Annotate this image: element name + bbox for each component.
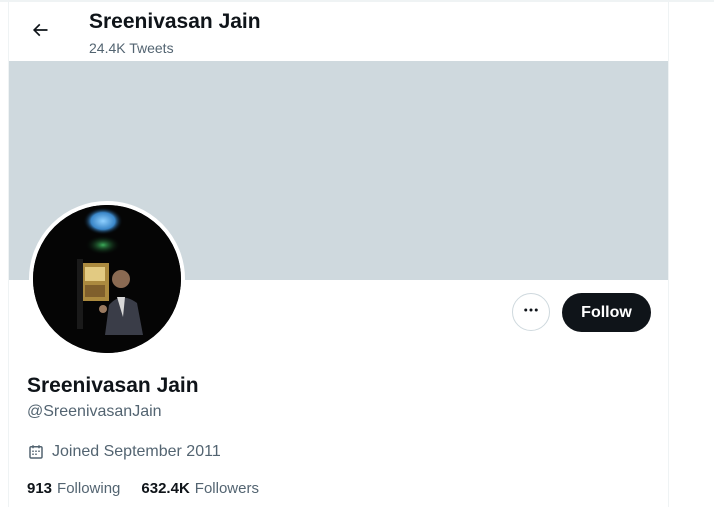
- header-title: Sreenivasan Jain: [89, 10, 261, 33]
- following-label: Following: [57, 479, 121, 497]
- more-options-button[interactable]: [512, 293, 550, 331]
- avatar-photo: [33, 205, 181, 353]
- profile-header: Sreenivasan Jain 24.4K Tweets: [9, 2, 668, 61]
- tweet-count: 24.4K Tweets: [89, 40, 174, 56]
- user-handle: @SreenivasanJain: [27, 403, 162, 420]
- joined-date: Joined September 2011: [27, 442, 221, 462]
- following-count: 913: [27, 479, 53, 497]
- joined-text: Joined September 2011: [52, 443, 221, 460]
- follow-stats: 913 Following 632.4K Followers: [27, 478, 280, 498]
- followers-count: 632.4K: [141, 479, 190, 497]
- more-horizontal-icon: [522, 301, 540, 324]
- profile-column: Sreenivasan Jain 24.4K Tweets Follow Sre…: [8, 2, 669, 507]
- back-button[interactable]: [23, 15, 57, 49]
- followers-label: Followers: [194, 479, 259, 497]
- avatar[interactable]: [29, 201, 185, 357]
- followers-link[interactable]: 632.4K Followers: [141, 480, 259, 497]
- arrow-left-icon: [30, 20, 50, 45]
- follow-button[interactable]: Follow: [562, 293, 651, 332]
- display-name: Sreenivasan Jain: [27, 374, 199, 397]
- calendar-icon: [27, 443, 45, 461]
- following-link[interactable]: 913 Following: [27, 480, 120, 497]
